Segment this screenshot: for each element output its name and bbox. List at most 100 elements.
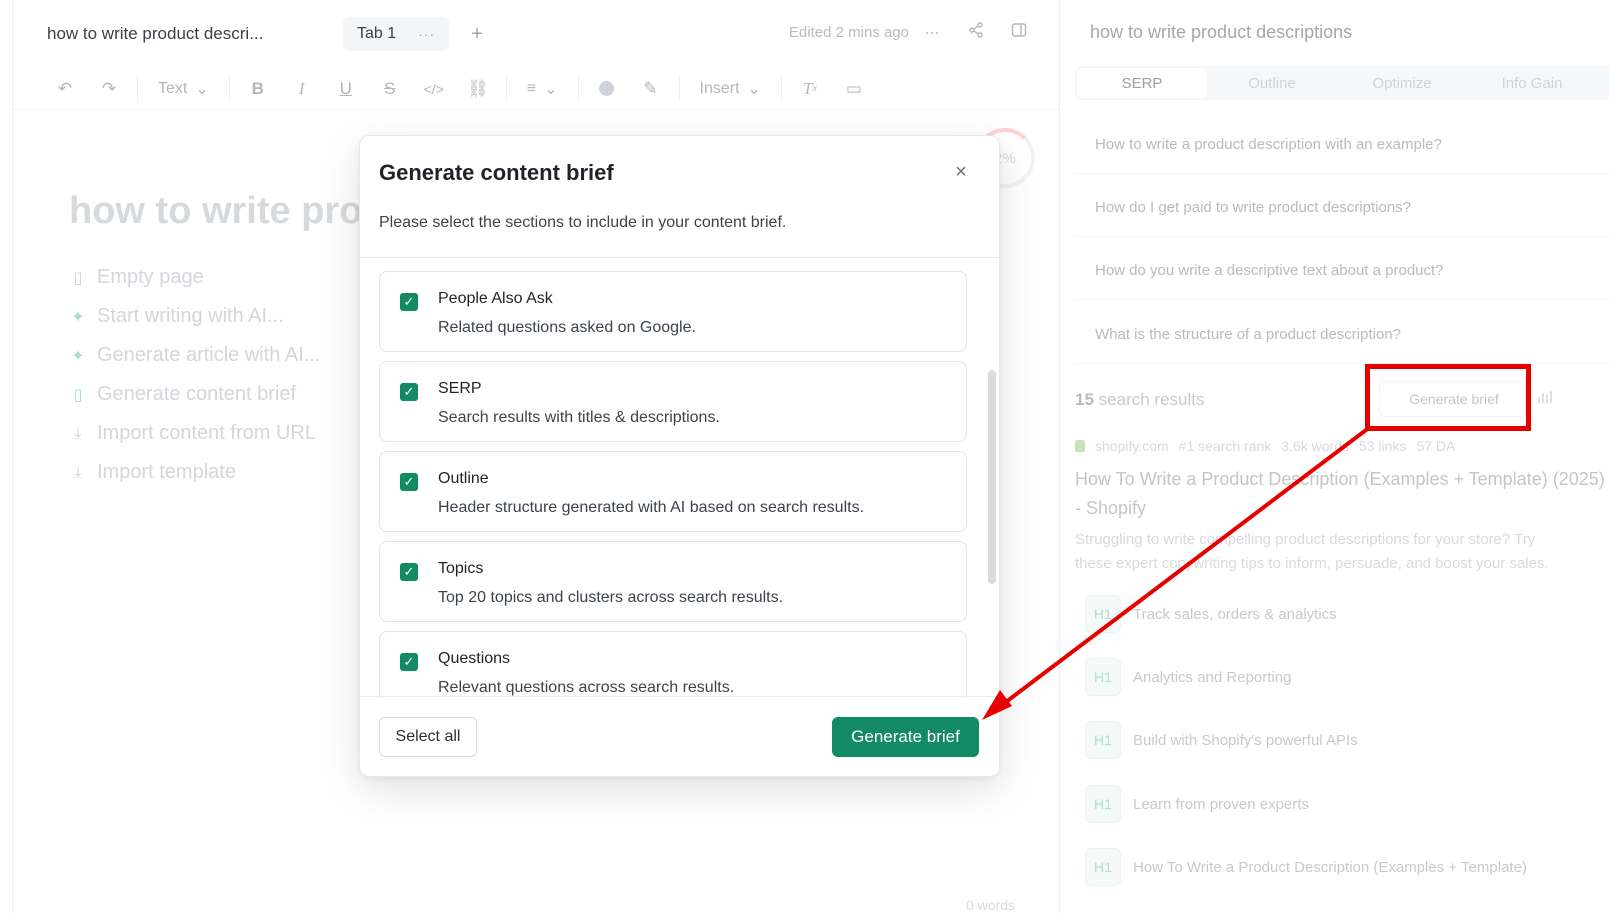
insert-dropdown[interactable]: Insert ⌄ — [686, 79, 775, 99]
shopify-favicon — [1075, 440, 1085, 452]
heading-row[interactable]: H1 Analytics and Reporting — [1085, 657, 1291, 697]
heading-row[interactable]: H1 Build with Shopify's powerful APIs — [1085, 720, 1358, 760]
strikethrough-icon[interactable]: S — [368, 74, 412, 104]
tab-info-gain[interactable]: Info Gain — [1467, 68, 1597, 98]
toolbar-divider — [505, 75, 507, 102]
section-title: Topics — [438, 560, 484, 577]
add-tab-icon[interactable]: + — [471, 23, 483, 46]
more-options-icon[interactable]: ··· — [921, 22, 943, 44]
document-icon: ▯ — [73, 386, 83, 404]
panel-title: how to write product descriptions — [1090, 22, 1353, 42]
edited-status: Edited 2 mins ago — [788, 24, 909, 41]
heading-level-badge: H1 — [1085, 595, 1121, 633]
redo-icon[interactable]: ↷ — [87, 74, 131, 104]
heading-text: Track sales, orders & analytics — [1133, 605, 1337, 623]
heading-text: How To Write a Product Description (Exam… — [1133, 858, 1527, 876]
section-option-serp[interactable]: ✓ SERP Search results with titles & desc… — [379, 361, 967, 442]
section-description: Relevant questions across search results… — [438, 679, 735, 696]
sparkle-icon: ✦ — [71, 308, 85, 326]
heading-text: Build with Shopify's powerful APIs — [1133, 731, 1358, 749]
action-empty-page[interactable]: ▯ Empty page — [69, 258, 320, 297]
checkbox-checked-icon[interactable]: ✓ — [400, 563, 418, 581]
highlight-pen-icon[interactable]: ✎ — [629, 74, 673, 104]
checkbox-checked-icon[interactable]: ✓ — [400, 293, 418, 311]
results-number: 15 — [1075, 390, 1094, 409]
generate-brief-button[interactable]: Generate brief — [832, 717, 979, 757]
result-da: 57 DA — [1416, 438, 1456, 454]
chevron-down-icon: ⌄ — [544, 80, 558, 98]
paa-question[interactable]: What is the structure of a product descr… — [1075, 306, 1609, 364]
tab-outline[interactable]: Outline — [1207, 68, 1337, 98]
sparkle-icon: ✦ — [71, 347, 85, 365]
search-results-count: 15 search results — [1075, 390, 1204, 410]
action-generate-content-brief[interactable]: ▯ Generate content brief — [69, 375, 320, 414]
modal-footer: Select all Generate brief — [360, 696, 999, 776]
underline-icon[interactable]: U — [324, 74, 368, 104]
section-option-questions[interactable]: ✓ Questions Relevant questions across se… — [379, 631, 967, 698]
result-description: Struggling to write compelling product d… — [1075, 528, 1605, 576]
checkbox-checked-icon[interactable]: ✓ — [400, 653, 418, 671]
text-color-icon[interactable] — [585, 74, 629, 104]
format-toolbar: ↶ ↷ Text ⌄ B I U S </> ⛓ ≡ ⌄ ✎ Insert ⌄ Tx — [13, 68, 1059, 110]
paa-question[interactable]: How do I get paid to write product descr… — [1075, 179, 1609, 237]
action-import-url[interactable]: ⤓ Import content from URL — [69, 414, 320, 453]
section-title: People Also Ask — [438, 290, 553, 307]
section-description: Search results with titles & description… — [438, 409, 720, 426]
clear-format-icon[interactable]: Tx — [788, 74, 832, 104]
checkbox-checked-icon[interactable]: ✓ — [400, 473, 418, 491]
result-domain[interactable]: shopify.com — [1095, 438, 1169, 454]
panel-tabs: SERP Outline Optimize Info Gain — [1075, 66, 1609, 100]
document-heading[interactable]: how to write pro — [69, 190, 362, 233]
tab-1[interactable]: Tab 1 ··· — [343, 17, 450, 51]
code-icon[interactable]: </> — [412, 74, 456, 104]
comment-icon[interactable]: ▭ — [832, 74, 876, 104]
heading-text: Analytics and Reporting — [1133, 668, 1292, 686]
modal-sections-list: ✓ People Also Ask Related questions aske… — [360, 258, 999, 698]
close-icon[interactable]: × — [951, 162, 971, 182]
select-all-button[interactable]: Select all — [379, 717, 477, 757]
section-option-outline[interactable]: ✓ Outline Header structure generated wit… — [379, 451, 967, 532]
section-option-people-also-ask[interactable]: ✓ People Also Ask Related questions aske… — [379, 271, 967, 352]
section-title: SERP — [438, 380, 482, 397]
annotation-highlight-box — [1365, 364, 1531, 431]
sidebar-toggle-icon[interactable] — [1008, 22, 1030, 44]
align-dropdown[interactable]: ≡ ⌄ — [513, 79, 572, 99]
modal-scrollbar[interactable] — [988, 370, 996, 584]
undo-icon[interactable]: ↶ — [43, 74, 87, 104]
heading-row[interactable]: H1 How To Write a Product Description (Ex… — [1085, 847, 1527, 887]
download-icon: ⤓ — [74, 424, 82, 442]
section-title: Outline — [438, 470, 489, 487]
results-label: search results — [1098, 390, 1205, 409]
link-icon[interactable]: ⛓ — [456, 74, 500, 104]
start-actions-list: ▯ Empty page ✦ Start writing with AI... ✦ G… — [69, 258, 320, 492]
heading-level-badge: H1 — [1085, 848, 1121, 886]
action-start-writing-ai[interactable]: ✦ Start writing with AI... — [69, 297, 320, 336]
tab-label: Tab 1 — [357, 25, 397, 42]
text-style-dropdown[interactable]: Text ⌄ — [144, 79, 223, 99]
action-label: Import template — [97, 461, 236, 483]
checkbox-checked-icon[interactable]: ✓ — [400, 383, 418, 401]
italic-icon[interactable]: I — [280, 74, 324, 104]
section-description: Related questions asked on Google. — [438, 319, 696, 336]
action-generate-article-ai[interactable]: ✦ Generate article with AI... — [69, 336, 320, 375]
heading-row[interactable]: H1 Learn from proven experts — [1085, 784, 1309, 824]
tab-serp[interactable]: SERP — [1077, 68, 1207, 98]
document-title[interactable]: how to write product descri... — [47, 24, 317, 44]
bold-icon[interactable]: B — [236, 74, 280, 104]
section-option-topics[interactable]: ✓ Topics Top 20 topics and clusters acro… — [379, 541, 967, 622]
insert-label: Insert — [699, 79, 740, 97]
tab-optimize[interactable]: Optimize — [1337, 68, 1467, 98]
action-import-template[interactable]: ⤓ Import template — [69, 453, 320, 492]
text-style-label: Text — [158, 79, 188, 97]
bar-chart-icon[interactable] — [1537, 389, 1553, 410]
heading-row[interactable]: H1 Track sales, orders & analytics — [1085, 594, 1337, 634]
result-title[interactable]: How To Write a Product Description (Exam… — [1075, 465, 1605, 523]
paa-question[interactable]: How to write a product description with … — [1075, 116, 1609, 174]
paa-question[interactable]: How do you write a descriptive text abou… — [1075, 242, 1609, 300]
heading-level-badge: H1 — [1085, 658, 1121, 696]
modal-subtitle: Please select the sections to include in… — [379, 214, 787, 231]
action-label: Start writing with AI... — [97, 305, 284, 327]
result-rank: #1 search rank — [1178, 438, 1272, 454]
share-icon[interactable] — [965, 22, 987, 44]
tab-menu-icon[interactable]: ··· — [418, 26, 435, 42]
